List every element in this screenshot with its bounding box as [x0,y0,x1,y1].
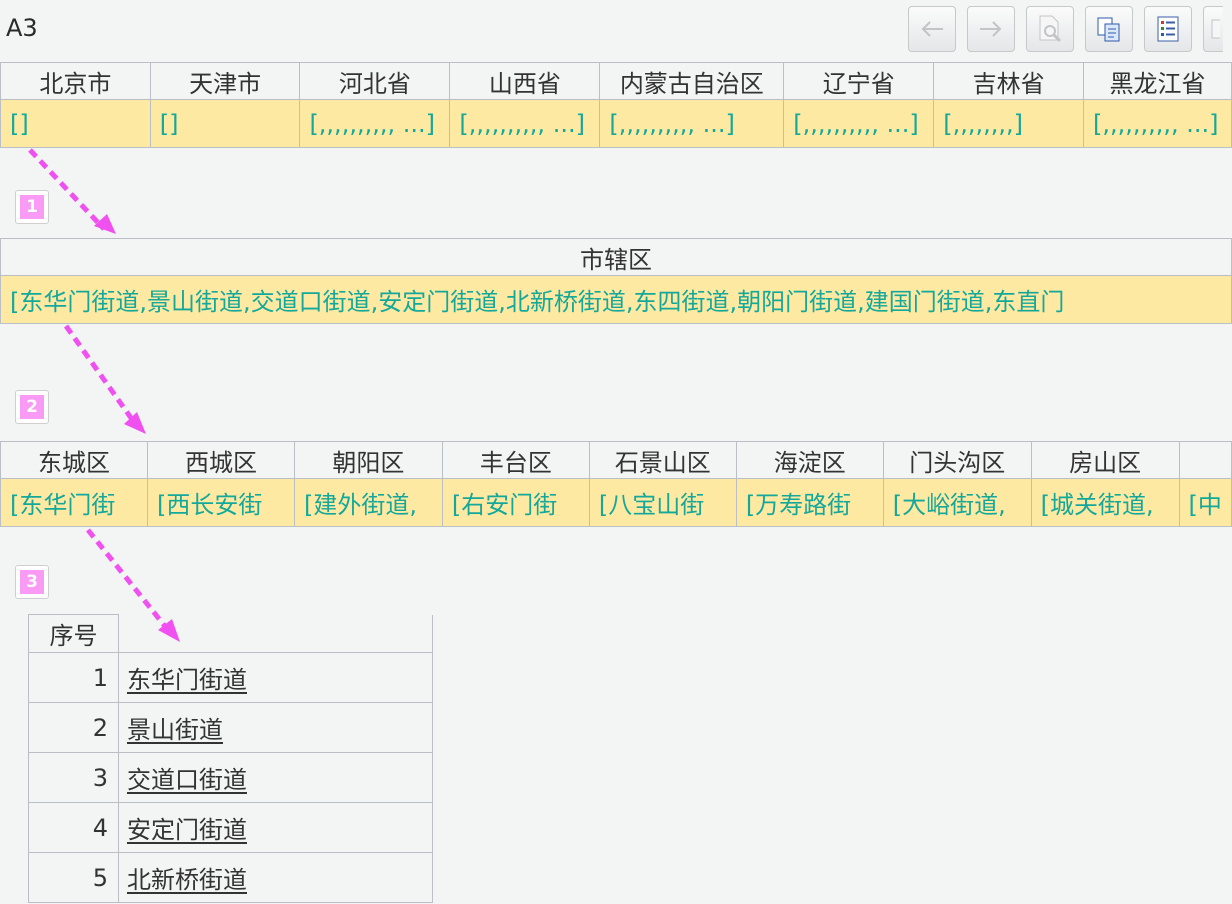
step-badge-1: 1 [15,190,49,224]
row-index: 5 [28,852,119,903]
extra-button[interactable] [1203,6,1223,52]
province-header: 山西省 [449,62,601,100]
province-header: 吉林省 [933,62,1084,100]
county-value-cell[interactable]: [西长安街 [146,478,295,527]
county-header: 门头沟区 [882,441,1032,479]
province-table: 北京市 天津市 河北省 山西省 内蒙古自治区 辽宁省 吉林省 黑龙江省 [] [… [0,62,1232,148]
page-icon [1211,19,1220,39]
county-value-cell[interactable]: [万寿路街 [735,478,884,527]
drilldown-arrow-3 [86,528,180,642]
province-value-cell[interactable]: [,,,,,,,,,, ...] [783,99,935,148]
toolbar [908,6,1223,52]
province-value-cell[interactable]: [,,,,,,,,,, ...] [449,99,601,148]
province-header: 天津市 [149,62,301,100]
forward-button[interactable] [967,6,1015,52]
county-table: 东城区 西城区 朝阳区 丰台区 石景山区 海淀区 门头沟区 房山区 [东华门街 … [0,441,1232,527]
province-value-cell[interactable]: [,,,,,,,,,, ...] [599,99,785,148]
county-header: 石景山区 [588,441,737,479]
street-name-link[interactable]: 景山街道 [118,702,433,753]
province-value-cell[interactable]: [,,,,,,,,,, ...] [1082,99,1232,148]
street-sequence-table: 序号 1 东华门街道 2 景山街道 3 交道口街道 4 安定门街道 5 北新桥街… [28,614,433,903]
step-badge-3: 3 [15,565,49,599]
county-value-cell[interactable]: [城关街道, [1030,478,1180,527]
province-header: 内蒙古自治区 [599,62,785,100]
county-value-cell[interactable]: [大峪街道, [882,478,1032,527]
zoom-page-button[interactable] [1026,6,1074,52]
street-name-link[interactable]: 交道口街道 [118,752,433,803]
back-arrow-icon [921,21,943,37]
district-value-cell[interactable]: [东华门街道,景山街道,交道口街道,安定门街道,北新桥街道,东四街道,朝阳门街道… [0,275,1232,324]
district-header: 市辖区 [0,238,1232,276]
row-index: 3 [28,752,119,803]
province-header: 北京市 [0,62,151,100]
zoom-page-icon [1039,15,1062,43]
row-index: 4 [28,802,119,853]
county-value-cell[interactable]: [东华门街 [0,478,148,527]
table-row: 5 北新桥街道 [28,852,433,903]
sequence-name-header [118,614,433,653]
county-header [1178,441,1232,479]
copy-button[interactable] [1085,6,1133,52]
district-table: 市辖区 [东华门街道,景山街道,交道口街道,安定门街道,北新桥街道,东四街道,朝… [0,238,1232,324]
province-value-cell[interactable]: [,,,,,,,,,, ...] [299,99,451,148]
list-panel-icon [1157,16,1179,42]
county-value-cell[interactable]: [建外街道, [293,478,443,527]
street-name-link[interactable]: 北新桥街道 [118,852,433,903]
back-button[interactable] [908,6,956,52]
cell-reference: A3 [6,14,38,42]
row-index: 1 [28,652,119,703]
table-row: 3 交道口街道 [28,752,433,803]
province-header: 河北省 [299,62,451,100]
province-value-cell[interactable]: [] [0,99,151,148]
forward-arrow-icon [980,21,1002,37]
copy-icon [1097,17,1120,42]
province-header: 辽宁省 [783,62,935,100]
row-index: 2 [28,702,119,753]
county-header: 丰台区 [441,441,590,479]
list-panel-button[interactable] [1144,6,1192,52]
county-header: 房山区 [1030,441,1180,479]
county-value-cell[interactable]: [右安门街 [441,478,590,527]
table-row: 4 安定门街道 [28,802,433,853]
county-header: 东城区 [0,441,148,479]
county-header: 海淀区 [735,441,884,479]
province-header: 黑龙江省 [1082,62,1232,100]
step-badge-2: 2 [15,390,49,424]
street-name-link[interactable]: 东华门街道 [118,652,433,703]
street-name-link[interactable]: 安定门街道 [118,802,433,853]
table-row: 2 景山街道 [28,702,433,753]
county-value-cell[interactable]: [八宝山街 [588,478,737,527]
county-value-cell[interactable]: [中 [1178,478,1232,527]
county-header: 西城区 [146,441,295,479]
sequence-index-header: 序号 [28,614,119,653]
province-value-cell[interactable]: [,,,,,,,,] [933,99,1084,148]
county-header: 朝阳区 [293,441,443,479]
province-value-cell[interactable]: [] [149,99,301,148]
table-row: 1 东华门街道 [28,652,433,703]
